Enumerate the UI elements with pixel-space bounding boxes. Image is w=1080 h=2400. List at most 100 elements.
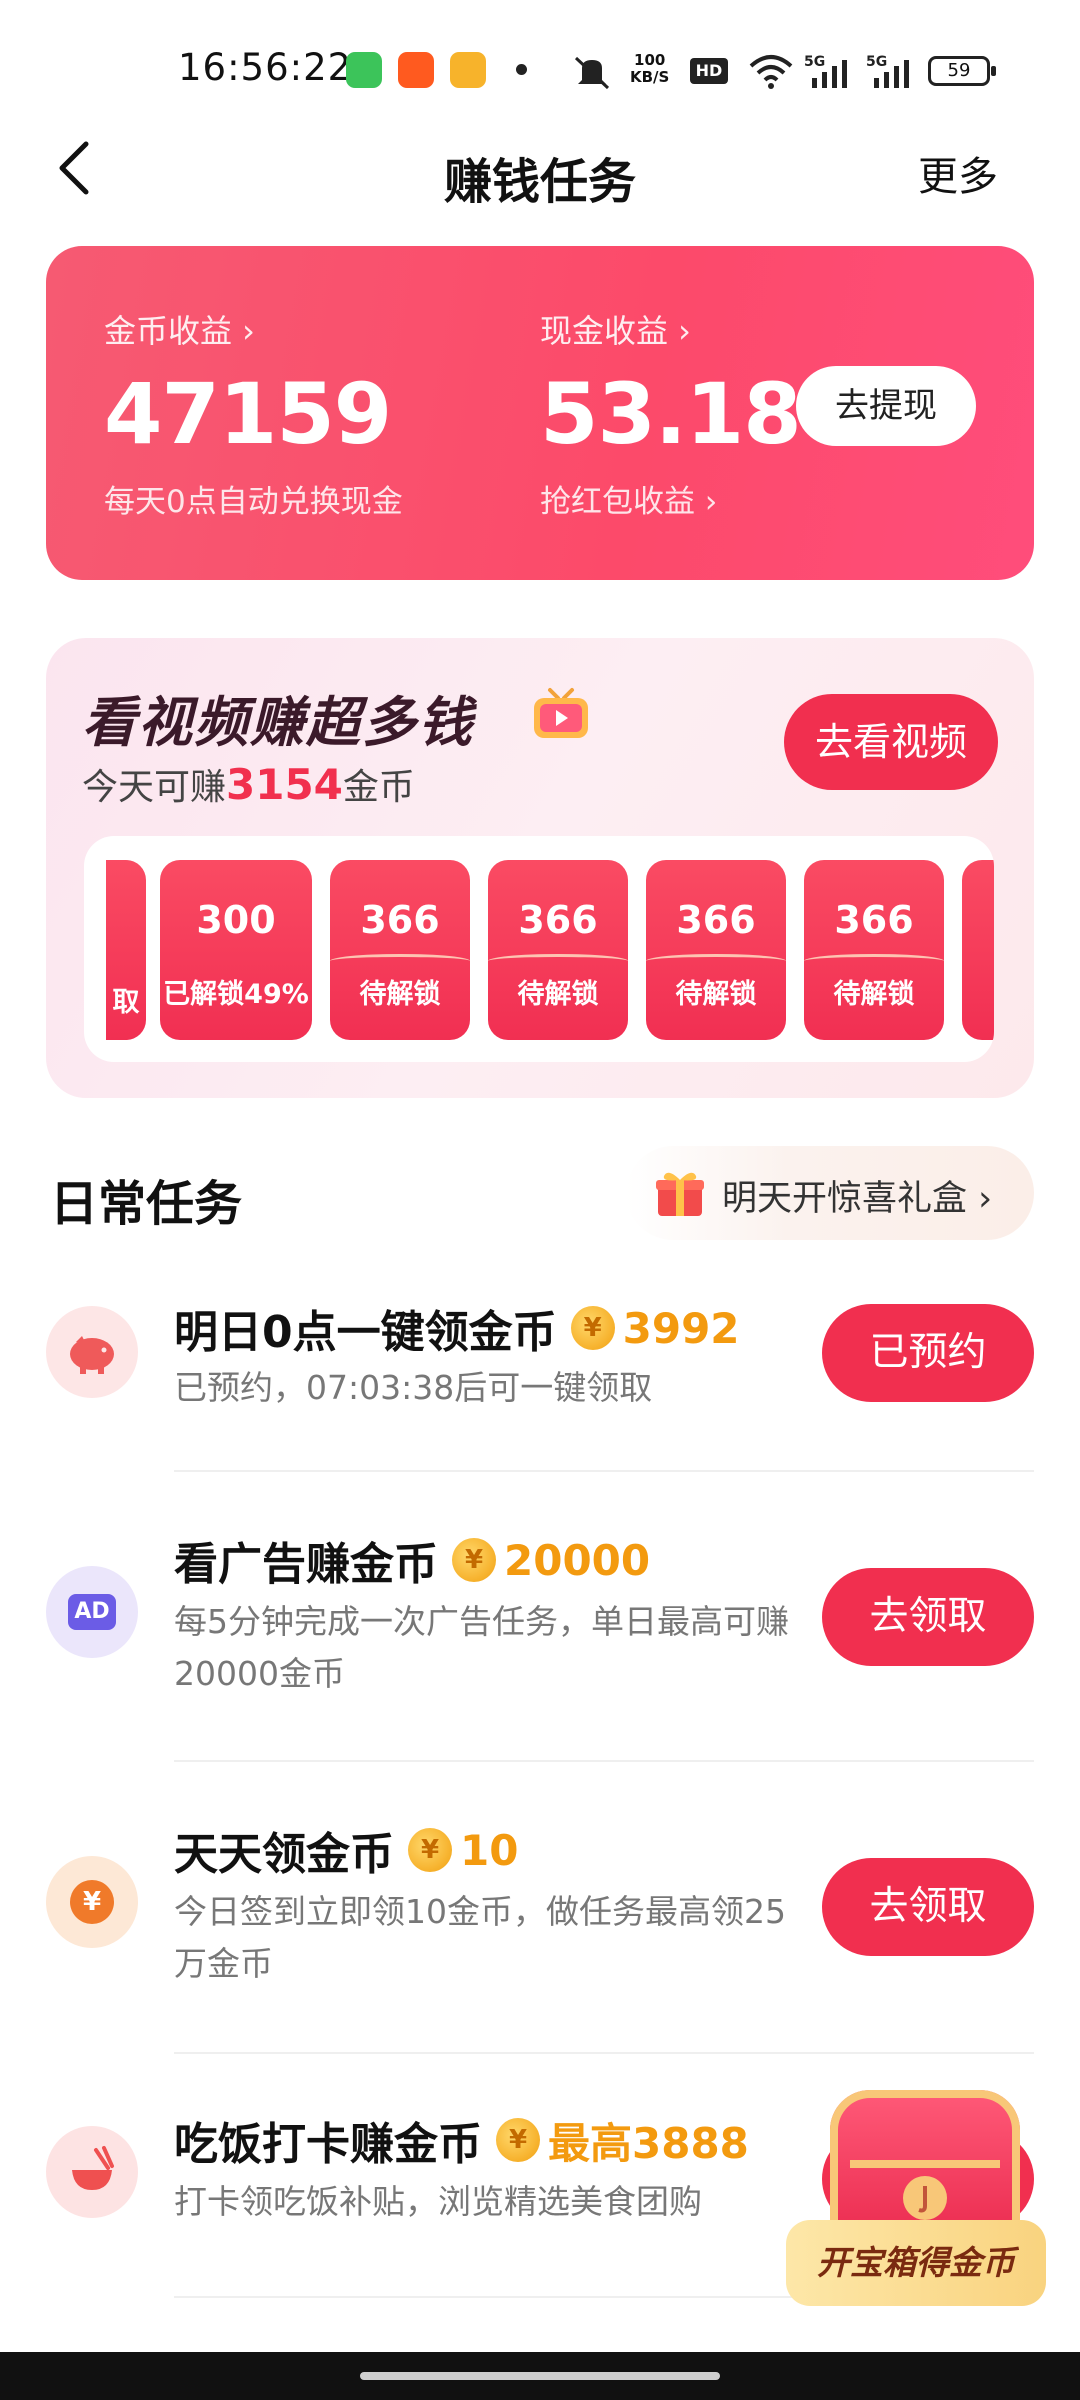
slot-status: 待解锁 <box>675 979 757 1010</box>
coin-icon: ¥ <box>408 1828 452 1872</box>
slot-amount: 366 <box>676 898 756 942</box>
reward-slots-track[interactable]: 取 300 已解锁49% 366 待解锁 366 待解锁 366 待解锁 366… <box>84 836 994 1062</box>
task-description: 已预约，07:03:38后可一键领取 <box>174 1368 653 1407</box>
coin-earnings-value: 47159 <box>104 365 392 463</box>
task-reward: 3992 <box>622 1303 740 1353</box>
surprise-gift-box-button[interactable]: 明天开惊喜礼盒 › <box>626 1146 1034 1240</box>
slot-status: 待解锁 <box>833 979 915 1010</box>
svg-text:5G: 5G <box>804 54 825 70</box>
slot-arc <box>804 954 944 968</box>
slot-status: 待解锁 <box>517 979 599 1010</box>
task-name: 吃饭打卡赚金币 ¥ 最高3888 <box>174 2108 749 2172</box>
slot-status: 取 <box>112 987 140 1018</box>
reward-slot-partial[interactable]: 取 <box>106 860 146 1040</box>
speed-unit: KB/S <box>630 68 670 86</box>
reward-slot[interactable]: 366 待解锁 <box>330 860 470 1040</box>
task-title: 明日0点一键领金币 <box>174 1307 557 1358</box>
reward-slot[interactable]: 300 已解锁49% <box>160 860 312 1040</box>
notification-dot-icon <box>516 64 527 75</box>
hd-icon: HD <box>690 58 728 84</box>
signal-5g-icon: 5G <box>804 54 847 88</box>
task-title: 吃饭打卡赚金币 <box>174 2119 482 2170</box>
slot-status: 已解锁49% <box>163 979 309 1010</box>
subtitle-suffix: 金币 <box>342 767 415 808</box>
task-description: 打卡领吃饭补贴，浏览精选美食团购 <box>174 2182 702 2221</box>
coin-earnings[interactable]: 金币收益 › 47159 每天0点自动兑换现金 <box>104 306 403 521</box>
reward-slot-partial[interactable] <box>962 860 994 1040</box>
task-name: 天天领金币 ¥ 10 <box>174 1818 518 1882</box>
coin-icon: ¥ <box>496 2118 540 2162</box>
ad-icon: AD <box>46 1566 138 1658</box>
divider <box>174 2052 1034 2054</box>
piggy-bank-icon <box>46 1306 138 1398</box>
task-reward: 20000 <box>504 1535 651 1585</box>
task-title: 天天领金币 <box>174 1829 394 1880</box>
more-button[interactable]: 更多 <box>918 144 998 202</box>
reward-slot[interactable]: 366 待解锁 <box>804 860 944 1040</box>
rice-bowl-icon <box>46 2126 138 2218</box>
task-reward: 10 <box>460 1825 519 1875</box>
treasure-label: 开宝箱得金币 <box>786 2220 1046 2306</box>
red-packet-earnings-link[interactable]: 抢红包收益 › <box>540 476 801 521</box>
divider <box>174 1470 1034 1472</box>
speed-value: 100 <box>634 51 666 69</box>
home-indicator[interactable] <box>360 2372 720 2380</box>
slot-amount: 366 <box>834 898 914 942</box>
status-bar: 16:56:22 100 KB/S HD 5G 5G 59 <box>0 0 1080 120</box>
video-card-subtitle: 今天可赚3154金币 <box>82 758 415 810</box>
treasure-chest-button[interactable]: 开宝箱得金币 <box>780 2090 1060 2360</box>
cash-earnings[interactable]: 现金收益 › 53.18 抢红包收益 › <box>540 306 802 521</box>
signal-5g-icon: 5G <box>866 54 909 88</box>
withdraw-button[interactable]: 去提现 <box>796 366 976 446</box>
yuan-coin-icon: ¥ <box>46 1856 138 1948</box>
message-app-icon <box>346 52 382 88</box>
subtitle-amount: 3154 <box>226 760 343 809</box>
gift-text: 明天开惊喜礼盒 › <box>722 1179 993 1219</box>
video-earn-card: 看视频赚超多钱 今天可赚3154金币 去看视频 取 300 已解锁49% 366… <box>46 638 1034 1098</box>
slot-arc <box>330 954 470 968</box>
svg-text:5G: 5G <box>866 54 887 70</box>
slot-status: 待解锁 <box>359 979 441 1010</box>
nav-bar: 赚钱任务 更多 <box>0 120 1080 220</box>
subtitle-prefix: 今天可赚 <box>82 767 227 808</box>
wifi-icon <box>749 55 793 89</box>
reward-slot[interactable]: 366 待解锁 <box>646 860 786 1040</box>
task-reward: 最高3888 <box>548 2118 749 2168</box>
slot-amount: 300 <box>196 898 276 942</box>
taobao-app-icon <box>398 52 434 88</box>
task-name: 看广告赚金币 ¥ 20000 <box>174 1528 650 1592</box>
task-description: 每5分钟完成一次广告任务，单日最高可赚20000金币 <box>174 1602 789 1693</box>
earnings-card: 金币收益 › 47159 每天0点自动兑换现金 现金收益 › 53.18 抢红包… <box>46 246 1034 580</box>
video-app-icon <box>450 52 486 88</box>
yuan-symbol: ¥ <box>70 1880 114 1924</box>
video-card-title: 看视频赚超多钱 <box>82 691 474 754</box>
daily-tasks-title: 日常任务 <box>50 1176 243 1232</box>
slot-amount: 366 <box>360 898 440 942</box>
slot-amount: 366 <box>518 898 598 942</box>
cash-earnings-value: 53.18 <box>540 365 802 463</box>
ad-icon-label: AD <box>68 1594 116 1630</box>
slot-arc <box>488 954 628 968</box>
task-description: 今日签到立即领10金币，做任务最高领25万金币 <box>174 1892 786 1983</box>
system-nav-bar <box>0 2352 1080 2400</box>
network-speed: 100 KB/S <box>630 52 669 86</box>
cash-earnings-label: 现金收益 › <box>540 312 691 350</box>
coin-earnings-label: 金币收益 › <box>104 312 255 350</box>
claim-button[interactable]: 去领取 <box>822 1568 1034 1666</box>
coin-icon: ¥ <box>452 1538 496 1582</box>
reward-slot[interactable]: 366 待解锁 <box>488 860 628 1040</box>
claim-button[interactable]: 去领取 <box>822 1858 1034 1956</box>
watch-video-button[interactable]: 去看视频 <box>784 694 998 790</box>
mute-icon <box>574 56 610 90</box>
task-name: 明日0点一键领金币 ¥ 3992 <box>174 1296 740 1360</box>
coin-earnings-note: 每天0点自动兑换现金 <box>104 484 403 520</box>
reserved-button[interactable]: 已预约 <box>822 1304 1034 1402</box>
tv-icon <box>534 688 588 738</box>
task-title: 看广告赚金币 <box>174 1539 438 1590</box>
coin-icon: ¥ <box>570 1306 615 1350</box>
divider <box>174 1760 1034 1762</box>
slot-arc <box>646 954 786 968</box>
status-time: 16:56:22 <box>178 46 353 89</box>
gift-box-icon <box>656 1172 704 1216</box>
battery-icon: 59 <box>928 56 996 86</box>
